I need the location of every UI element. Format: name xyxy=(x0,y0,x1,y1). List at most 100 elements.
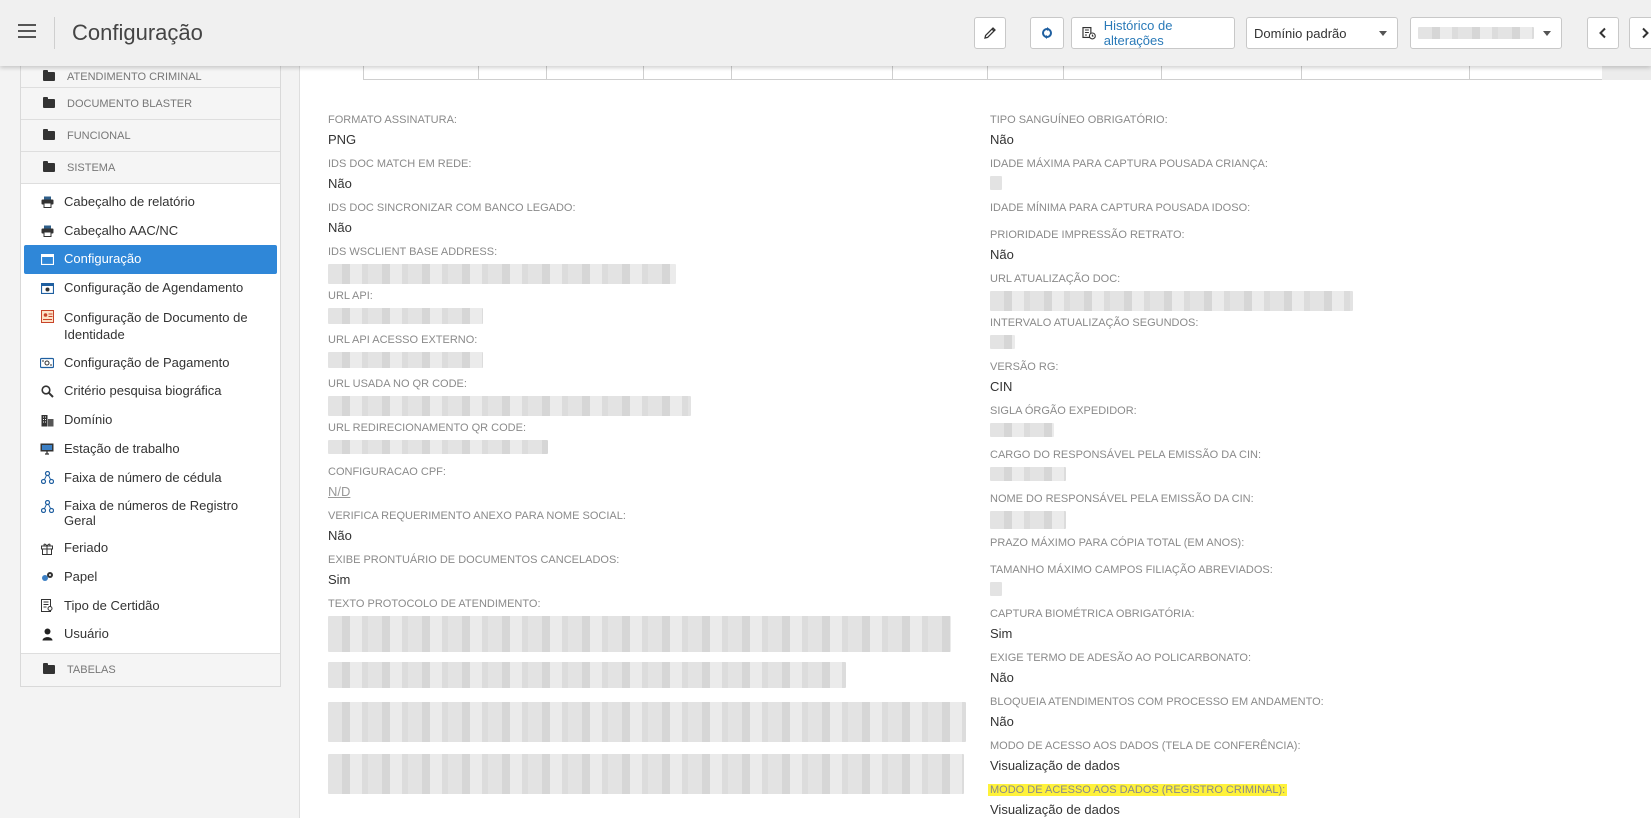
sidebar-category-atendimento-criminal[interactable]: ATENDIMENTO CRIMINAL xyxy=(21,66,280,88)
field-value: Não xyxy=(990,247,1014,262)
tab-cell[interactable] xyxy=(892,66,987,80)
sidebar-item-configuracao-pagamento[interactable]: Configuração de Pagamento xyxy=(24,349,277,378)
sidebar-item-label: Faixa de números de Registro Geral xyxy=(64,498,239,529)
field-label: SIGLA ÓRGÃO EXPEDIDOR: xyxy=(990,405,1137,417)
field-label: TAMANHO MÁXIMO CAMPOS FILIAÇÃO ABREVIADO… xyxy=(990,564,1273,576)
field-sigla-orgao: SIGLA ÓRGÃO EXPEDIDOR: xyxy=(990,405,1137,437)
field-value-redacted xyxy=(990,291,1353,311)
sidebar-item-tipo-certidao[interactable]: Tipo de Certidão xyxy=(24,592,277,621)
field-value-redacted xyxy=(328,264,676,284)
field-label: EXIGE TERMO DE ADESÃO AO POLICARBONATO: xyxy=(990,652,1252,664)
payment-icon xyxy=(40,356,54,370)
sidebar-item-estacao-trabalho[interactable]: Estação de trabalho xyxy=(24,435,277,464)
field-value-redacted xyxy=(990,335,1015,349)
sidebar-item-cabecalho-aac[interactable]: Cabeçalho AAC/NC xyxy=(24,217,277,246)
sidebar-item-label: Papel xyxy=(64,568,98,584)
field-value: Não xyxy=(328,176,352,191)
sidebar-category-label: TABELAS xyxy=(67,663,116,676)
tab-cell[interactable] xyxy=(987,66,1063,80)
field-label: PRAZO MÁXIMO PARA CÓPIA TOTAL (EM ANOS): xyxy=(990,537,1245,549)
field-value-redacted xyxy=(990,511,1066,529)
field-tamanho-maximo-filiacao: TAMANHO MÁXIMO CAMPOS FILIAÇÃO ABREVIADO… xyxy=(990,564,1273,596)
gift-icon xyxy=(40,541,54,555)
tab-cell[interactable] xyxy=(643,66,731,80)
field-value: Não xyxy=(328,220,352,235)
main-panel: FORMATO ASSINATURA: PNG IDS DOC MATCH EM… xyxy=(299,66,1651,818)
field-prazo-maximo-copia: PRAZO MÁXIMO PARA CÓPIA TOTAL (EM ANOS): xyxy=(990,537,1244,549)
divider xyxy=(54,17,55,49)
field-url-api-externo: URL API ACESSO EXTERNO: xyxy=(328,334,483,368)
menu-icon[interactable] xyxy=(18,24,36,38)
tab-cell[interactable] xyxy=(1301,66,1469,80)
sidebar-item-faixa-registro-geral[interactable]: Faixa de números de Registro Geral xyxy=(24,492,277,534)
field-texto-protocolo: TEXTO PROTOCOLO DE ATENDIMENTO: xyxy=(328,598,966,794)
field-label-highlighted: MODO DE ACESSO AOS DADOS (REGISTRO CRIMI… xyxy=(988,784,1288,796)
history-icon xyxy=(1082,26,1096,40)
sidebar-item-label: Configuração de Agendamento xyxy=(64,280,244,296)
field-tipo-sanguineo: TIPO SANGUÍNEO OBRIGATÓRIO: Não xyxy=(990,114,1168,147)
field-value-redacted xyxy=(328,308,483,324)
tab-cell[interactable] xyxy=(546,66,643,80)
sidebar-item-label: Configuração de Documento de Identidade xyxy=(64,309,248,342)
field-intervalo-atualizacao: INTERVALO ATUALIZAÇÃO SEGUNDOS: xyxy=(990,317,1198,349)
sidebar-item-label: Cabeçalho de relatório xyxy=(64,194,195,209)
sidebar-item-papel[interactable]: Papel xyxy=(24,563,277,592)
sidebar-item-feriado[interactable]: Feriado xyxy=(24,534,277,563)
sidebar-item-configuracao-agendamento[interactable]: Configuração de Agendamento xyxy=(24,274,277,303)
field-nome-responsavel: NOME DO RESPONSÁVEL PELA EMISSÃO DA CIN: xyxy=(990,493,1254,529)
sidebar-category-documento-blaster[interactable]: DOCUMENTO BLASTER xyxy=(21,88,280,120)
tab-strip-end xyxy=(1602,66,1651,80)
field-value: Visualização de dados xyxy=(990,758,1120,773)
tab-cell[interactable] xyxy=(1161,66,1301,80)
history-button[interactable]: Histórico de alterações xyxy=(1071,17,1235,49)
sidebar-item-label: Domínio xyxy=(64,412,113,428)
field-label: IDS DOC SINCRONIZAR COM BANCO LEGADO: xyxy=(328,202,576,214)
sidebar-item-configuracao[interactable]: Configuração xyxy=(24,245,277,275)
sidebar-category-label: DOCUMENTO BLASTER xyxy=(67,97,193,110)
field-label: CARGO DO RESPONSÁVEL PELA EMISSÃO DA CIN… xyxy=(990,449,1262,461)
field-modo-acesso-registro-criminal: MODO DE ACESSO AOS DADOS (REGISTRO CRIMI… xyxy=(988,784,1288,817)
sidebar-item-label: Cabeçalho AAC/NC xyxy=(64,222,179,238)
sidebar-item-usuario[interactable]: Usuário xyxy=(24,620,277,649)
field-value-redacted xyxy=(328,440,548,454)
sidebar-item-dominio[interactable]: Domínio xyxy=(24,406,277,435)
field-exibe-prontuario: EXIBE PRONTUÁRIO DE DOCUMENTOS CANCELADO… xyxy=(328,554,619,587)
tab-cell[interactable] xyxy=(478,66,546,80)
sidebar-item-faixa-cedula[interactable]: Faixa de número de cédula xyxy=(24,464,277,493)
history-label: Histórico de alterações xyxy=(1103,18,1173,48)
sidebar-category-sistema[interactable]: SISTEMA xyxy=(21,152,280,184)
paper-icon xyxy=(40,570,54,584)
sidebar-category-funcional[interactable]: FUNCIONAL xyxy=(21,120,280,152)
tab-strip xyxy=(363,66,1651,80)
tab-cell[interactable] xyxy=(363,66,478,80)
previous-button[interactable] xyxy=(1587,17,1619,49)
chevron-left-icon xyxy=(1599,27,1606,39)
next-button[interactable] xyxy=(1629,17,1651,49)
network-icon xyxy=(40,499,54,513)
field-value-redacted xyxy=(990,582,1002,596)
folder-icon xyxy=(43,129,55,140)
refresh-button[interactable] xyxy=(1030,17,1064,49)
field-label: TIPO SANGUÍNEO OBRIGATÓRIO: xyxy=(990,114,1168,126)
user-select[interactable] xyxy=(1410,17,1562,49)
chevron-down-icon xyxy=(1379,31,1387,36)
sidebar-item-criterio-pesquisa[interactable]: Critério pesquisa biográfica xyxy=(24,377,277,406)
sidebar-item-configuracao-documento-identidade[interactable]: Configuração de Documento de Identidade xyxy=(24,303,277,349)
tab-cell[interactable] xyxy=(1063,66,1161,80)
sidebar-category-tabelas[interactable]: TABELAS xyxy=(21,653,280,686)
edit-button[interactable] xyxy=(974,17,1006,49)
calendar-icon xyxy=(40,281,54,295)
field-label: EXIBE PRONTUÁRIO DE DOCUMENTOS CANCELADO… xyxy=(328,554,620,566)
tab-cell[interactable] xyxy=(1469,66,1539,80)
field-label: VERIFICA REQUERIMENTO ANEXO PARA NOME SO… xyxy=(328,510,626,522)
domain-select[interactable]: Domínio padrão xyxy=(1246,17,1398,49)
field-formato-assinatura: FORMATO ASSINATURA: PNG xyxy=(328,114,457,147)
field-bloqueia-atendimentos: BLOQUEIA ATENDIMENTOS COM PROCESSO EM AN… xyxy=(990,696,1324,729)
chevron-down-icon xyxy=(1543,31,1551,36)
field-value: Não xyxy=(990,132,1014,147)
tab-cell[interactable] xyxy=(731,66,892,80)
field-label: URL API ACESSO EXTERNO: xyxy=(328,334,478,346)
certificate-icon xyxy=(40,599,54,613)
field-label: TEXTO PROTOCOLO DE ATENDIMENTO: xyxy=(328,598,541,610)
sidebar-item-cabecalho-relatorio[interactable]: Cabeçalho de relatório xyxy=(24,188,277,217)
